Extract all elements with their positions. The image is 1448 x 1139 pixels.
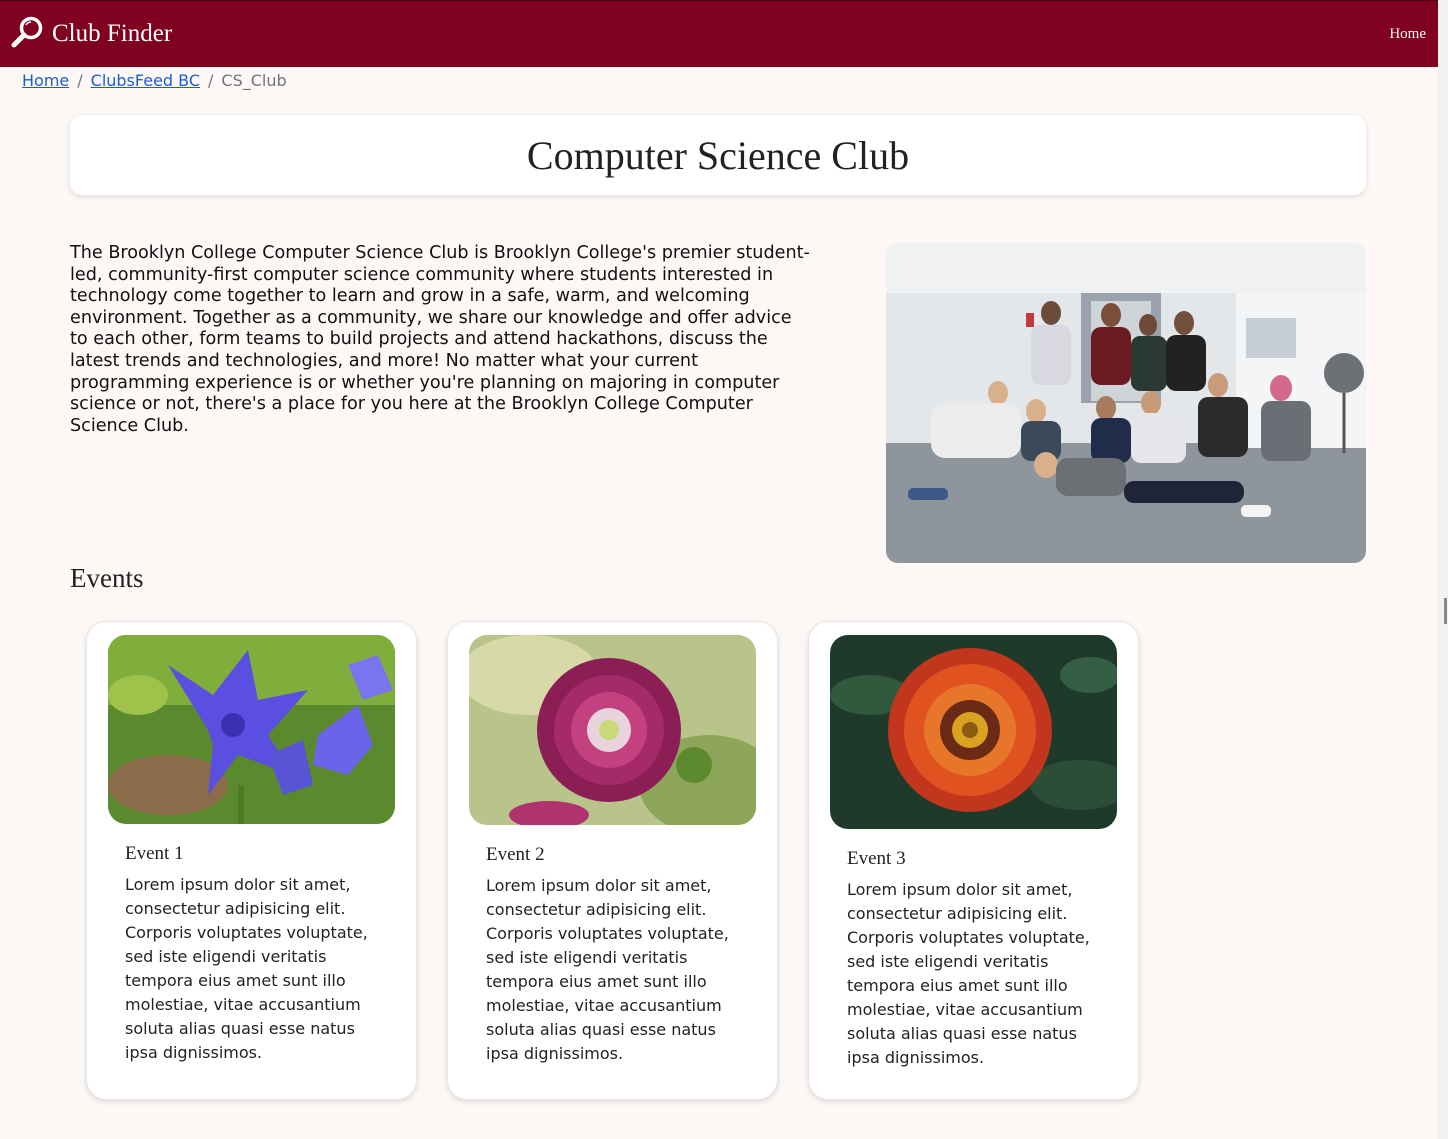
- breadcrumb-separator: /: [77, 70, 83, 90]
- event-card[interactable]: Event 2 Lorem ipsum dolor sit amet, cons…: [447, 621, 778, 1100]
- title-card: Computer Science Club: [70, 115, 1366, 195]
- scrollbar[interactable]: [1438, 0, 1448, 1139]
- club-description: The Brooklyn College Computer Science Cl…: [70, 243, 810, 436]
- event-card[interactable]: Event 1 Lorem ipsum dolor sit amet, cons…: [86, 621, 417, 1100]
- event-image: [469, 635, 756, 825]
- event-image: [830, 635, 1117, 829]
- breadcrumb-current: CS_Club: [221, 70, 287, 90]
- event-description: Lorem ipsum dolor sit amet, consectetur …: [847, 880, 1090, 1067]
- brand-title: Club Finder: [52, 20, 173, 47]
- event-title: Event 2: [486, 844, 545, 865]
- brand-link[interactable]: Club Finder: [10, 14, 172, 54]
- breadcrumb-separator: /: [208, 70, 214, 90]
- event-description: Lorem ipsum dolor sit amet, consectetur …: [486, 876, 729, 1063]
- events-heading: Events: [70, 563, 144, 593]
- event-image: [108, 635, 395, 824]
- breadcrumb-clubsfeed-link[interactable]: ClubsFeed BC: [91, 71, 200, 90]
- page-title: Computer Science Club: [526, 132, 910, 178]
- nav-home-link[interactable]: Home: [1389, 26, 1426, 43]
- event-description: Lorem ipsum dolor sit amet, consectetur …: [125, 875, 368, 1062]
- club-group-photo: [886, 243, 1366, 563]
- search-icon: [10, 14, 46, 54]
- event-title: Event 1: [125, 843, 184, 864]
- event-card[interactable]: Event 3 Lorem ipsum dolor sit amet, cons…: [808, 621, 1139, 1100]
- scrollbar-thumb[interactable]: [1444, 598, 1447, 624]
- breadcrumb-home-link[interactable]: Home: [22, 71, 69, 90]
- breadcrumb: Home / ClubsFeed BC / CS_Club: [22, 69, 287, 91]
- event-title: Event 3: [847, 848, 906, 869]
- navbar: Club Finder Home: [0, 0, 1438, 67]
